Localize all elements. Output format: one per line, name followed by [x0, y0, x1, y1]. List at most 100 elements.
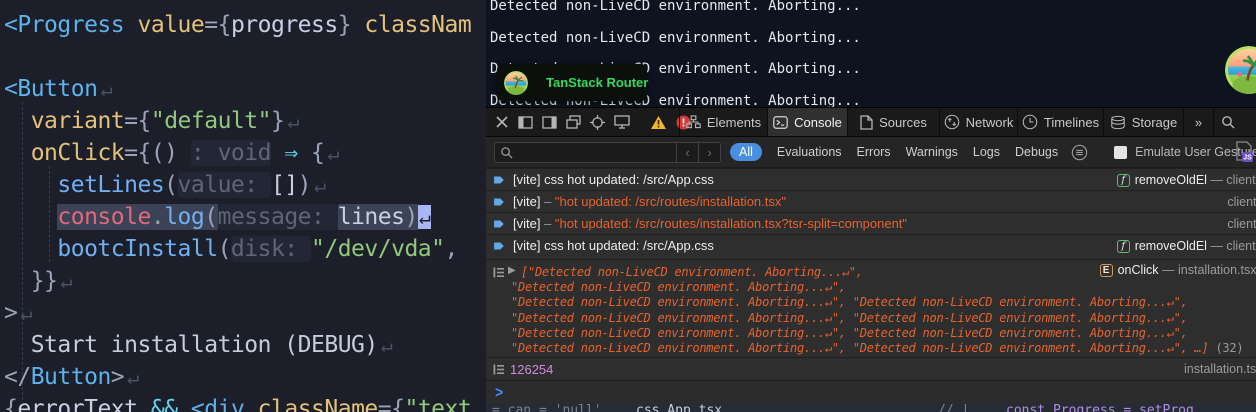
console-options-icon[interactable] [1071, 144, 1088, 161]
function-name: removeOldEl [1134, 173, 1207, 187]
annotation-dash: — [1206, 239, 1227, 253]
tanstack-router-tooltip: TanStack Router [497, 64, 649, 101]
message-annotation: client: [1227, 191, 1256, 213]
console-array-log-row[interactable]: ▶ ["Detected non-LiveCD environment. Abo… [486, 259, 1256, 357]
tab-timelines[interactable]: Timelines [1017, 108, 1103, 136]
code-line[interactable]: onClick={() : void ⇒ {↵ [4, 137, 471, 169]
clipped-text-fragment: css App.tsx [636, 403, 723, 412]
filter-pill-all[interactable]: All [730, 143, 762, 161]
search-icon [500, 146, 513, 159]
message-text: – [544, 194, 555, 209]
message-annotation: f removeOldEl — client:5 [1116, 235, 1256, 257]
network-icon [944, 114, 960, 130]
code-editor-pane[interactable]: <Progress value={progress} classNam <Butt… [0, 0, 486, 412]
array-log-line: "Detected non-LiveCD environment. Aborti… [511, 325, 1188, 340]
find-previous-button[interactable]: ‹ [676, 141, 698, 163]
console-message-row[interactable]: [vite] – "hot updated: /src/routes/insta… [486, 212, 1256, 234]
clipped-text-fragment: = can = 'null' [492, 403, 602, 412]
dock-side-left-icon[interactable] [518, 115, 533, 129]
tab-sources[interactable]: Sources [847, 108, 939, 136]
array-log-line: "Detected non-LiveCD environment. Aborti… [511, 280, 846, 295]
source-link[interactable]: installation.tsx: [1178, 263, 1256, 277]
annotation-dash: — [1206, 173, 1227, 187]
filter-pill-errors[interactable]: Errors [857, 145, 891, 159]
array-log-line: "Detected non-LiveCD environment. Aborti… [511, 341, 1244, 356]
message-annotation: f removeOldEl — client:5 [1116, 169, 1256, 191]
console-search-field[interactable]: ‹ › [494, 141, 721, 163]
tab-storage[interactable]: Storage [1103, 108, 1183, 136]
filter-pill-warnings[interactable]: Warnings [906, 145, 958, 159]
code-line[interactable]: Start installation (DEBUG) ↵ [4, 329, 471, 361]
timelines-icon [1022, 114, 1038, 130]
tab-search[interactable] [1213, 108, 1241, 136]
log-flag-icon [492, 239, 505, 253]
annotation-dash: — [1158, 263, 1179, 277]
console-message-row[interactable]: [vite] css hot updated: /src/App.css f rem… [486, 234, 1256, 256]
js-context-icon[interactable]: JS [1234, 141, 1254, 168]
log-flag-icon [492, 217, 505, 231]
emulate-user-gesture-checkbox[interactable] [1114, 145, 1128, 159]
array-count: (32) [1208, 341, 1244, 356]
code-line[interactable]: bootcInstall(disk: "/dev/vda", [4, 233, 471, 265]
search-icon [1221, 115, 1235, 129]
terminal-line: Detected non-LiveCD environment. Abortin… [490, 29, 861, 46]
code-line[interactable]: variant={"default"} ↵ [4, 105, 471, 137]
prompt-chevron-icon: > [495, 383, 504, 401]
search-input[interactable] [517, 144, 676, 160]
filter-pill-logs[interactable]: Logs [973, 145, 1000, 159]
dock-side-right-icon[interactable] [542, 115, 557, 129]
devtools-tabbar: Elements Console Sources Network Timelines St… [486, 108, 1256, 137]
element-picker-icon[interactable] [590, 114, 605, 130]
source-link[interactable]: client:5 [1226, 239, 1256, 253]
clipped-text-fragment: const Progress = setProg [1006, 403, 1194, 412]
event-badge: E [1099, 263, 1113, 277]
close-icon[interactable] [495, 115, 509, 129]
code-line[interactable]: }} ↵ [4, 265, 471, 297]
tab-network[interactable]: Network [939, 108, 1017, 136]
source-link[interactable]: client: [1227, 217, 1256, 231]
warning-badge-icon[interactable] [650, 115, 667, 130]
message-text: "hot updated: /src/routes/installation.t… [554, 194, 786, 209]
code-line[interactable]: <Button ↵ [4, 73, 471, 105]
console-message-row[interactable]: [vite] – "hot updated: /src/routes/insta… [486, 190, 1256, 212]
console-icon [773, 115, 788, 129]
sources-icon [860, 114, 873, 130]
browser-pane: Detected non-LiveCD environment. Abortin… [486, 0, 1256, 412]
elements-icon [686, 115, 701, 129]
message-text: – [544, 216, 555, 231]
code-line[interactable]: <Progress value={progress} classNam [4, 9, 472, 41]
tooltip-label: TanStack Router [546, 75, 649, 90]
source-link[interactable]: installation.tsx: [1184, 362, 1256, 376]
find-next-button[interactable]: › [698, 141, 720, 163]
clipped-text-fragment: // | [938, 403, 970, 412]
array-log-line: "Detected non-LiveCD environment. Aborti… [511, 310, 1188, 325]
source-link[interactable]: client:5 [1226, 173, 1256, 187]
console-message-row[interactable]: [vite] css hot updated: /src/App.css f rem… [486, 168, 1256, 190]
tab-elements[interactable]: Elements [679, 108, 767, 136]
code-line[interactable]: console.log(message: lines)↵ [4, 201, 471, 233]
log-flag-icon [492, 195, 505, 209]
responsive-mode-icon[interactable] [614, 115, 630, 129]
devtools-panel: Elements Console Sources Network Timelines St… [486, 107, 1256, 403]
code-line[interactable]: > ↵ [4, 297, 471, 329]
tab-»[interactable]: » [1183, 108, 1213, 136]
source-link[interactable]: client: [1227, 195, 1256, 209]
code-line[interactable]: {errorText && <div className={"text [4, 393, 472, 412]
filter-pill-debugs[interactable]: Debugs [1015, 145, 1058, 159]
message-annotation: client: [1227, 213, 1256, 235]
function-name: removeOldEl [1134, 239, 1207, 253]
detach-icon[interactable] [566, 115, 581, 129]
tab-console[interactable]: Console [767, 108, 847, 136]
console-result-row[interactable]: 126254 installation.tsx: [486, 357, 1256, 380]
code-line[interactable] [4, 41, 471, 73]
code-line[interactable]: setLines(value: []) ↵ [4, 169, 471, 201]
function-badge: f [1116, 239, 1130, 253]
palm-island-icon [504, 70, 528, 95]
console-prompt-row[interactable]: > [486, 380, 1256, 403]
filter-pill-evaluations[interactable]: Evaluations [777, 145, 842, 159]
log-stack-icon [492, 363, 505, 381]
message-text: [vite] css hot updated: /src/App.css [513, 238, 714, 253]
array-log-line: "Detected non-LiveCD environment. Aborti… [511, 295, 1188, 310]
console-filter-bar: ‹ › All Evaluations Errors Warnings Logs Debu… [486, 137, 1256, 168]
code-line[interactable]: </Button> ↵ [4, 361, 471, 393]
